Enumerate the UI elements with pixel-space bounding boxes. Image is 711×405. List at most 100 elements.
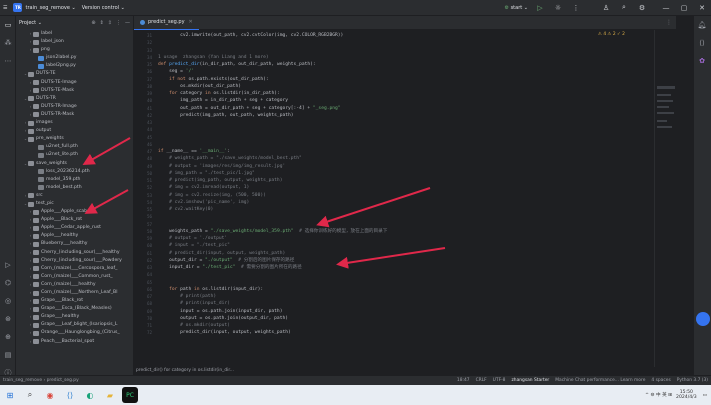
code-line[interactable]: for path in os.listdir(input_dir):	[158, 286, 263, 293]
more-icon[interactable]: ⋮	[567, 0, 585, 16]
code-line[interactable]: # print(path)	[158, 293, 216, 300]
project-switcher[interactable]: TR train_seg_remove ⌄	[10, 0, 78, 16]
windows-icon[interactable]: ⊞	[2, 387, 18, 403]
tree-item[interactable]: › DUTS-TE-Mask	[16, 87, 133, 95]
status-interpreter[interactable]: Python 3.7 (3)	[674, 378, 711, 383]
tree-item[interactable]: › Corn_(maize)___Cercospora_leaf_	[16, 265, 133, 273]
code-line[interactable]: # predict_dir(input, output, weights_pat…	[158, 250, 285, 257]
account-icon[interactable]: ♙	[597, 0, 615, 16]
collapse-icon[interactable]: ⇳	[108, 20, 112, 26]
code-line[interactable]: # print(input_dir)	[158, 300, 230, 307]
tree-item[interactable]: › DUTS-TR-Image	[16, 103, 133, 111]
vscode-icon[interactable]: ⟨⟩	[62, 387, 78, 403]
tree-item[interactable]: model_359.pth	[16, 176, 133, 184]
code-line[interactable]: # img_path = "./test_pic/1.jpg"	[158, 170, 255, 177]
code-line[interactable]: # os.mkdir(output)	[158, 322, 230, 329]
status-position[interactable]: 18:47	[454, 378, 473, 383]
code-line[interactable]: # predict(img_path, output, weights_path…	[158, 177, 282, 184]
tree-item[interactable]: › Orange___Haunglongbing_(Citrus_	[16, 329, 133, 337]
code-line[interactable]: output_dir = "./output" # 分割后的图片保存的路径	[158, 257, 294, 264]
tree-item[interactable]: › Peach___Bacterial_spot	[16, 338, 133, 346]
tree-item[interactable]: › Corn_(maize)___healthy	[16, 281, 133, 289]
problems-icon[interactable]: ◎	[0, 292, 16, 310]
tree-item[interactable]: label2png.py	[16, 62, 133, 70]
tree-item[interactable]: u2net_full.pth	[16, 143, 133, 151]
tree-item[interactable]: › label	[16, 30, 133, 38]
tree-item[interactable]: › Apple___Cedar_apple_rust	[16, 224, 133, 232]
notification-center-icon[interactable]: ▭	[703, 393, 707, 398]
run-config-selector[interactable]: ⚙ start ⌄	[501, 0, 531, 16]
tree-item[interactable]: ⌄ pre_weights	[16, 135, 133, 143]
packages-icon[interactable]: ⊕	[0, 328, 16, 346]
code-line[interactable]: predict_dir(input, output, weights_path)	[158, 329, 291, 336]
project-panel-title[interactable]: Project	[19, 20, 36, 26]
tree-item[interactable]: › Grape___healthy	[16, 313, 133, 321]
code-line[interactable]: input_dir = "./test_pic" # 需要分割的图片所在的路径	[158, 264, 302, 271]
notifications-icon[interactable]: 🔔︎	[694, 16, 710, 34]
vcs-menu[interactable]: Version control ⌄	[79, 0, 128, 16]
tab-predict-seg[interactable]: predict_seg.py ✕	[134, 16, 199, 30]
tree-item[interactable]: › Grape___Esca_(Black_Measles)	[16, 305, 133, 313]
status-indent[interactable]: 4 spaces	[648, 378, 673, 383]
tree-item[interactable]: ⌄ DUTS-TE	[16, 70, 133, 78]
code-line[interactable]: if not os.path.exists(out_dir_path):	[158, 76, 269, 83]
tree-item[interactable]: › label_json	[16, 38, 133, 46]
scrollbar-area[interactable]	[676, 16, 693, 375]
expand-icon[interactable]: ⇕	[100, 20, 104, 26]
assistant-bubble-icon[interactable]	[696, 312, 710, 326]
code-line[interactable]: # output = './output'	[158, 235, 227, 242]
search-icon[interactable]: ⌕	[22, 387, 38, 403]
code-line[interactable]: input = os.path.join(input_dir, path)	[158, 308, 282, 315]
tree-item[interactable]: json2label.py	[16, 54, 133, 62]
code-line[interactable]: # img = cv2.imread(output, 1)	[158, 184, 249, 191]
tree-item[interactable]: model_best.pth	[16, 184, 133, 192]
plugin-icon[interactable]: ✿	[694, 52, 710, 70]
tree-item[interactable]: ⌄ test_pic	[16, 200, 133, 208]
explorer-icon[interactable]: ▰	[102, 387, 118, 403]
code-line[interactable]: output = os.path.join(output_dir, path)	[158, 315, 288, 322]
code-line[interactable]: # cv2.imshow('pic_name', img)	[158, 199, 249, 206]
tree-item[interactable]: › Apple___healthy	[16, 232, 133, 240]
code-line[interactable]: predict(img_path, out_path, weights_path…	[158, 112, 293, 119]
status-encoding[interactable]: UTF-8	[490, 378, 509, 383]
close-icon[interactable]: ✕	[693, 0, 711, 16]
code-line[interactable]: weights_path = "./save_weights/model_359…	[158, 228, 387, 235]
tree-item[interactable]: loss_20236214.pth	[16, 168, 133, 176]
tree-item[interactable]: › Corn_(maize)___Northern_Leaf_Bl	[16, 289, 133, 297]
tree-item[interactable]: › Cherry_(including_sour)___Powdery	[16, 257, 133, 265]
code-line[interactable]: def predict_dir(in_dir_path, out_dir_pat…	[158, 61, 316, 68]
code-line[interactable]: cv2.imwrite(out_path, cv2.cvtColor(img, …	[158, 32, 343, 39]
code-line[interactable]: # input = "./test_pic"	[158, 242, 230, 249]
maximize-icon[interactable]: ▢	[675, 0, 693, 16]
pycharm-icon[interactable]: PC	[122, 387, 138, 403]
clock-date[interactable]: 2024/4/3	[676, 395, 697, 401]
run-tool-icon[interactable]: ▷	[0, 256, 16, 274]
hamburger-icon[interactable]: ☰	[0, 0, 10, 16]
more-icon[interactable]: ⋮	[116, 20, 121, 26]
status-line-separator[interactable]: CRLF	[473, 378, 490, 383]
tree-item[interactable]: › Grape___Leaf_blight_(Isariopsis_L	[16, 321, 133, 329]
tree-item[interactable]: › Grape___Black_rot	[16, 297, 133, 305]
structure-tool-icon[interactable]: ⁂	[0, 34, 16, 52]
search-icon[interactable]: ⌕	[615, 0, 633, 16]
close-icon[interactable]: ✕	[189, 19, 193, 25]
minimap[interactable]	[654, 30, 676, 367]
tree-item[interactable]: › src	[16, 192, 133, 200]
services-icon[interactable]: ⊛	[0, 310, 16, 328]
tree-item[interactable]: › output	[16, 127, 133, 135]
tree-item[interactable]: › png	[16, 46, 133, 54]
locate-icon[interactable]: ⊕	[91, 20, 95, 26]
tree-item[interactable]: › images	[16, 119, 133, 127]
code-line[interactable]: img_path = in_dir_path + seg + category	[158, 97, 288, 104]
tree-item[interactable]: u2net_lite.pth	[16, 151, 133, 159]
tree-item[interactable]: › Cherry_(including_sour)___healthy	[16, 249, 133, 257]
run-icon[interactable]: ▷	[531, 0, 549, 16]
code-line[interactable]: if __name__ == '__main__':	[158, 148, 230, 155]
code-line[interactable]: out_path = out_dir_path + seg + category…	[158, 105, 340, 112]
tree-item[interactable]: ⌄ save_weights	[16, 160, 133, 168]
chrome-icon[interactable]: ◉	[42, 387, 58, 403]
hide-icon[interactable]: —	[125, 20, 130, 26]
terminal-icon[interactable]: ▤	[0, 346, 16, 364]
tree-item[interactable]: ⌄ DUTS-TR	[16, 95, 133, 103]
tree-item[interactable]: › DUTS-TE-Image	[16, 79, 133, 87]
